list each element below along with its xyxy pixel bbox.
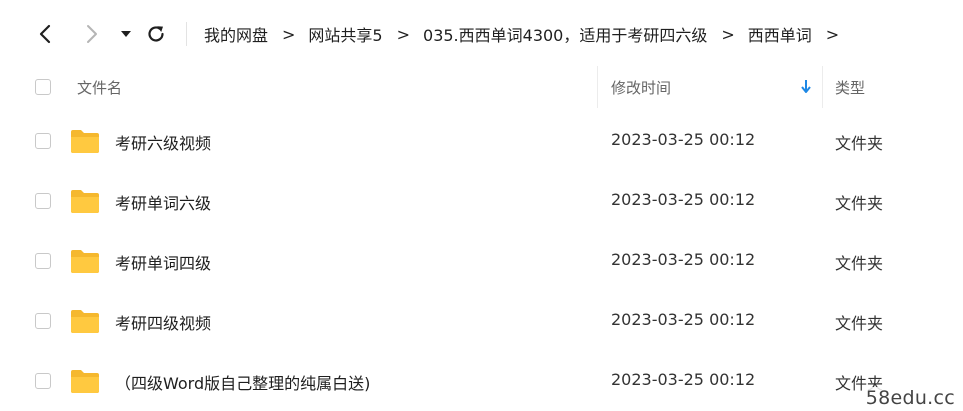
- breadcrumb: 我的网盘 > 网站共享5 > 035.西西单词4300，适用于考研四六级 > 西…: [204, 21, 852, 47]
- file-row[interactable]: 考研四级视频 2023-03-25 00:12 文件夹: [0, 291, 963, 351]
- file-type: 文件夹: [835, 254, 884, 273]
- file-name[interactable]: 考研四级视频: [115, 310, 211, 334]
- row-checkbox[interactable]: [35, 253, 51, 269]
- breadcrumb-separator: >: [282, 24, 296, 44]
- file-type: 文件夹: [835, 134, 884, 153]
- breadcrumb-separator: >: [721, 24, 735, 44]
- file-row[interactable]: 考研单词六级 2023-03-25 00:12 文件夹: [0, 171, 963, 231]
- folder-icon: [71, 190, 99, 213]
- row-checkbox[interactable]: [35, 133, 51, 149]
- chevron-right-icon: [87, 25, 97, 43]
- breadcrumb-item-current[interactable]: 西西单词: [748, 22, 812, 46]
- caret-down-icon: [121, 31, 131, 37]
- file-modified: 2023-03-25 00:12: [611, 130, 756, 149]
- column-header-name[interactable]: 文件名: [77, 77, 122, 98]
- file-name[interactable]: 考研单词四级: [115, 250, 211, 274]
- forward-button[interactable]: [80, 22, 104, 46]
- folder-icon: [71, 130, 99, 153]
- column-header-type[interactable]: 类型: [835, 77, 865, 98]
- history-dropdown-button[interactable]: [114, 22, 138, 46]
- file-modified: 2023-03-25 00:12: [611, 310, 756, 329]
- folder-icon: [71, 250, 99, 273]
- file-modified: 2023-03-25 00:12: [611, 250, 756, 269]
- file-list-header: 文件名 修改时间 类型: [0, 66, 963, 108]
- watermark: 58edu.cc: [863, 387, 957, 409]
- column-divider[interactable]: [597, 66, 598, 108]
- toolbar: 我的网盘 > 网站共享5 > 035.西西单词4300，适用于考研四六级 > 西…: [0, 0, 963, 66]
- file-name[interactable]: 考研六级视频: [115, 130, 211, 154]
- refresh-button[interactable]: [144, 22, 168, 46]
- refresh-icon: [148, 26, 164, 42]
- back-button[interactable]: [33, 22, 57, 46]
- row-checkbox[interactable]: [35, 313, 51, 329]
- file-row[interactable]: 考研单词四级 2023-03-25 00:12 文件夹: [0, 231, 963, 291]
- column-divider[interactable]: [822, 66, 823, 108]
- breadcrumb-item-share[interactable]: 网站共享5: [308, 22, 382, 46]
- breadcrumb-trailing-separator[interactable]: >: [826, 25, 839, 44]
- file-row[interactable]: 考研六级视频 2023-03-25 00:12 文件夹: [0, 111, 963, 171]
- file-modified: 2023-03-25 00:12: [611, 190, 756, 209]
- file-row[interactable]: （四级Word版自己整理的纯属白送) 2023-03-25 00:12 文件夹: [0, 351, 963, 411]
- folder-icon: [71, 370, 99, 393]
- chevron-left-icon: [39, 24, 51, 44]
- column-header-modified[interactable]: 修改时间: [611, 77, 671, 98]
- file-name[interactable]: 考研单词六级: [115, 190, 211, 214]
- breadcrumb-separator: >: [396, 24, 411, 44]
- file-modified: 2023-03-25 00:12: [611, 370, 756, 389]
- select-all-checkbox[interactable]: [35, 79, 51, 95]
- file-name[interactable]: （四级Word版自己整理的纯属白送): [115, 370, 370, 394]
- file-type: 文件夹: [835, 314, 884, 333]
- file-type: 文件夹: [835, 194, 884, 213]
- arrow-down-icon[interactable]: [800, 79, 812, 95]
- breadcrumb-item-collection[interactable]: 035.西西单词4300，适用于考研四六级: [423, 22, 707, 46]
- folder-icon: [71, 310, 99, 333]
- row-checkbox[interactable]: [35, 193, 51, 209]
- row-checkbox[interactable]: [35, 373, 51, 389]
- breadcrumb-item-root[interactable]: 我的网盘: [204, 22, 268, 46]
- toolbar-divider: [186, 22, 187, 46]
